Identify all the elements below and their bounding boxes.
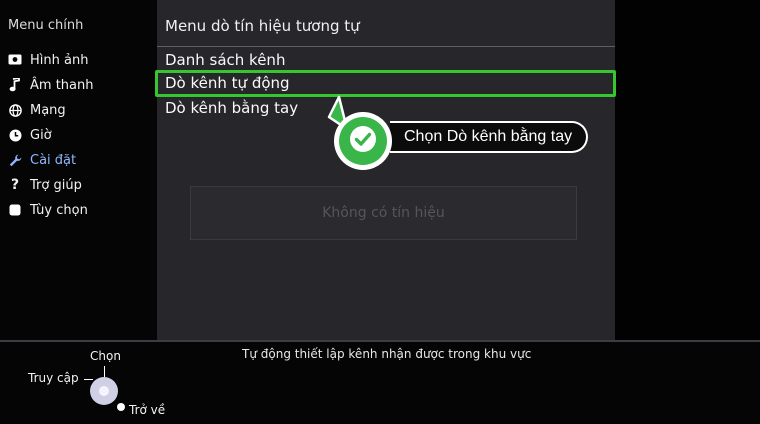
- access-label: Truy cập: [28, 371, 79, 385]
- callout-label: Chọn Dò kênh bằng tay: [390, 121, 589, 153]
- dpad-icon: [90, 377, 118, 405]
- sidebar-item-label: Giờ: [30, 127, 52, 143]
- question-icon: ?: [10, 177, 20, 193]
- no-signal-box: Không có tín hiệu: [190, 186, 577, 240]
- callout-badge: [334, 112, 392, 170]
- tv-screen: Menu chính Hình ảnh Âm thanh Mạng Giờ Cà…: [0, 0, 760, 424]
- globe-icon: [8, 103, 22, 117]
- sidebar-item-label: Mạng: [30, 102, 66, 118]
- panel-title: Menu dò tín hiệu tương tự: [165, 17, 360, 35]
- music-note-icon: [8, 78, 22, 92]
- picture-icon: [8, 53, 22, 67]
- select-connector: [104, 366, 105, 377]
- sidebar-item-sound[interactable]: Âm thanh: [8, 74, 93, 96]
- sidebar-item-label: Trợ giúp: [30, 177, 82, 193]
- tuning-menu-panel: Menu dò tín hiệu tương tự Danh sách kênh…: [157, 0, 615, 340]
- sidebar-item-label: Tùy chọn: [30, 202, 88, 218]
- sidebar-item-label: Âm thanh: [30, 77, 94, 93]
- menu-item-channel-list[interactable]: Danh sách kênh: [165, 51, 285, 69]
- sidebar-item-settings[interactable]: Cài đặt: [8, 149, 76, 171]
- main-menu-sidebar: Menu chính Hình ảnh Âm thanh Mạng Giờ Cà…: [0, 0, 157, 340]
- sidebar-item-label: Cài đặt: [30, 152, 77, 168]
- divider: [157, 46, 615, 47]
- sidebar-item-options[interactable]: Tùy chọn: [8, 199, 88, 221]
- callout-text: Chọn Dò kênh bằng tay: [404, 128, 573, 145]
- sidebar-item-label: Hình ảnh: [30, 52, 89, 68]
- wrench-icon: [8, 153, 22, 167]
- sidebar-item-time[interactable]: Giờ: [8, 124, 52, 146]
- sidebar-item-picture[interactable]: Hình ảnh: [8, 49, 88, 71]
- checkmark-icon: [348, 124, 378, 158]
- no-signal-text: Không có tín hiệu: [322, 205, 445, 221]
- clock-icon: [8, 128, 22, 142]
- selection-highlight: [155, 70, 616, 97]
- back-label: Trở về: [129, 403, 166, 417]
- help-hint: Tự động thiết lập kênh nhận được trong k…: [242, 347, 532, 361]
- sidebar-item-help[interactable]: ? Trợ giúp: [8, 174, 82, 196]
- select-label: Chọn: [90, 349, 121, 363]
- sidebar-title: Menu chính: [8, 18, 84, 33]
- sidebar-item-network[interactable]: Mạng: [8, 99, 66, 121]
- access-connector: [84, 379, 93, 380]
- options-icon: [8, 203, 22, 217]
- menu-item-manual-tune[interactable]: Dò kênh bằng tay: [165, 99, 298, 117]
- back-button-icon: [117, 403, 125, 411]
